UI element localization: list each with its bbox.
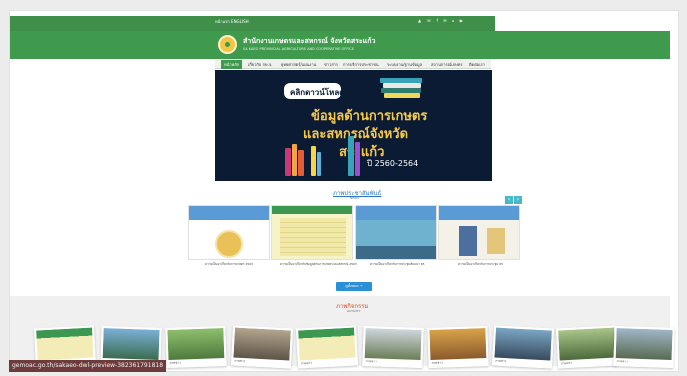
nav-item-strategy[interactable]: ยุทธศาสตร์/แผนงาน bbox=[281, 61, 316, 68]
portrait-icon bbox=[487, 228, 505, 254]
pr-card-image bbox=[356, 206, 436, 259]
gallery-photo[interactable]: ภาพข่าว bbox=[555, 325, 619, 369]
site-header: สำนักงานเกษตรและสหกรณ์ จังหวัดสระแก้ว SA… bbox=[10, 31, 670, 59]
book-icon bbox=[317, 152, 321, 176]
org-name-english: SA KAEO PROVINCIAL AGRICULTURE AND COOPE… bbox=[243, 47, 355, 51]
pr-card[interactable] bbox=[355, 205, 437, 260]
gallery-photo[interactable]: ภาพข่าว bbox=[165, 325, 227, 369]
top-utility-bar: หน้าแรก ENGLISH ▲ ☏ f ✉ ⌂ ▶ bbox=[10, 16, 495, 31]
gallery-photo[interactable]: ภาพข่าว bbox=[613, 325, 675, 369]
pr-card-caption[interactable]: ความเป็นมาเกี่ยวกับการประชุมสัมมนา 65 bbox=[370, 262, 425, 267]
portrait-icon bbox=[459, 226, 477, 256]
book-icon bbox=[292, 144, 297, 176]
book-icon bbox=[384, 93, 420, 98]
status-bar-url: gemoac.go.th/sakaeo-dwl-preview-38236179… bbox=[9, 360, 167, 372]
book-icon bbox=[285, 148, 291, 176]
portrait-icon bbox=[215, 230, 243, 258]
nav-item-services[interactable]: การบริการประชาชน bbox=[343, 61, 379, 68]
gallery-photo-image bbox=[167, 328, 225, 360]
gallery-photo[interactable]: ภาพข่าว bbox=[362, 325, 424, 369]
gallery-photo-image bbox=[233, 327, 291, 361]
gallery-photo-caption: ภาพข่าว bbox=[300, 360, 312, 366]
gallery-photo-image bbox=[615, 328, 673, 360]
carousel-next-button[interactable]: › bbox=[514, 196, 522, 204]
pr-card[interactable] bbox=[271, 205, 353, 260]
gallery-photo-image bbox=[494, 327, 552, 361]
gallery-photo-caption: ภาพข่าว bbox=[560, 360, 572, 366]
gallery-photo[interactable]: ภาพข่าว bbox=[491, 325, 555, 369]
main-navigation: หน้าหลัก เกี่ยวกับ กษ.จ. ยุทธศาสตร์/แผนง… bbox=[215, 59, 491, 69]
pr-section-subtitle: NEWS bbox=[350, 196, 360, 200]
gallery-photo-image bbox=[36, 327, 94, 361]
nav-item-home[interactable]: หน้าหลัก bbox=[221, 60, 243, 69]
gallery-photo-image bbox=[429, 328, 487, 360]
gallery-photo-image bbox=[298, 327, 356, 361]
language-links[interactable]: หน้าแรก ENGLISH bbox=[215, 18, 249, 25]
infographic-block bbox=[280, 218, 346, 256]
gallery-photo[interactable]: ภาพข่าว bbox=[230, 325, 294, 369]
pr-card-image bbox=[439, 206, 519, 259]
gallery-photo-image bbox=[102, 328, 160, 360]
view-all-button[interactable]: ดูทั้งหมด → bbox=[336, 282, 372, 291]
gallery-photo-caption: ภาพข่าว bbox=[169, 360, 181, 365]
nav-item-news[interactable]: ข่าวสาร bbox=[324, 61, 338, 68]
banner-years: ปี 2560-2564 bbox=[367, 159, 419, 168]
nav-item-about[interactable]: เกี่ยวกับ กษ.จ. bbox=[248, 61, 273, 68]
pr-card[interactable] bbox=[438, 205, 520, 260]
nav-item-contact[interactable]: ติดต่อเรา bbox=[469, 61, 485, 68]
pr-card[interactable] bbox=[188, 205, 270, 260]
banner-pagination[interactable] bbox=[218, 173, 230, 181]
gallery-photo[interactable]: ภาพข่าว bbox=[427, 325, 489, 369]
gallery-photo-caption: ภาพข่าว bbox=[365, 359, 377, 364]
pr-card-caption[interactable]: ความเป็นมาเกี่ยวกับการเกษตร 2563 bbox=[205, 262, 253, 267]
org-name-thai: สำนักงานเกษตรและสหกรณ์ จังหวัดสระแก้ว bbox=[243, 37, 376, 45]
gallery-subtitle: ACTIVITY bbox=[347, 309, 361, 313]
book-icon bbox=[355, 142, 360, 176]
gallery-photo-image bbox=[558, 327, 616, 361]
carousel-prev-button[interactable]: ‹ bbox=[505, 196, 513, 204]
download-pill[interactable]: คลิกดาวน์โหลด bbox=[284, 83, 345, 99]
pr-card-caption[interactable]: ความเป็นมาเกี่ยวกับข้อมูลด้านการเกษตรและ… bbox=[280, 262, 357, 267]
gallery-photo-caption: ภาพข่าว bbox=[616, 359, 628, 364]
org-logo-icon[interactable] bbox=[218, 35, 237, 54]
social-icons[interactable]: ▲ ☏ f ✉ ⌂ ▶ bbox=[418, 18, 465, 23]
gallery-photo[interactable]: ภาพข่าว bbox=[295, 325, 359, 369]
nav-item-systems[interactable]: ระบบงาน/ฐานข้อมูล bbox=[387, 61, 422, 68]
book-icon bbox=[298, 150, 304, 176]
book-icon bbox=[348, 136, 354, 176]
gallery-photo-caption: ภาพข่าว bbox=[431, 360, 443, 365]
book-icon bbox=[311, 146, 316, 176]
nav-item-situation[interactable]: สถานการณ์เกษตร bbox=[431, 61, 463, 68]
gallery-photo-image bbox=[364, 328, 422, 360]
pr-card-caption[interactable]: ความเป็นมาเกี่ยวกับการประชุม 65 bbox=[458, 262, 503, 267]
download-pill-label: คลิกดาวน์โหลด bbox=[290, 88, 345, 97]
hero-banner[interactable]: คลิกดาวน์โหลด ข้อมูลด้านการเกษตร และสหกร… bbox=[215, 70, 492, 181]
